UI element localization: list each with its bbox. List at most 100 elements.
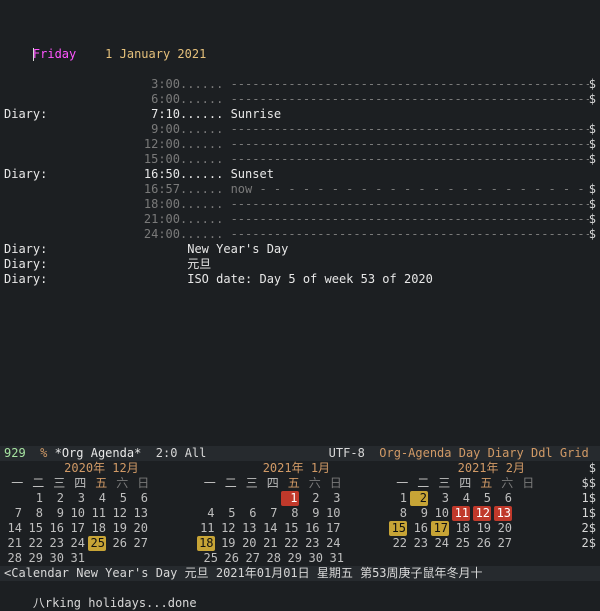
calendar-day[interactable]: 19 — [109, 521, 127, 536]
org-agenda-pane[interactable]: Friday 1 January 2021 3:00...... -------… — [0, 0, 600, 302]
agenda-line[interactable]: Diary: New Year's Day — [4, 242, 596, 257]
calendar-day[interactable]: 12 — [109, 506, 127, 521]
calendar-day[interactable]: 23 — [302, 536, 320, 551]
calendar-day[interactable]: 31 — [326, 551, 344, 566]
calendar-day[interactable]: 4 — [88, 491, 106, 506]
agenda-line[interactable]: 12:00...... ----------------------------… — [4, 137, 596, 152]
calendar-day[interactable]: 2 — [46, 491, 64, 506]
agenda-line[interactable]: Diary: 元旦 — [4, 257, 596, 272]
calendar-day[interactable]: 22 — [389, 536, 407, 551]
calendar-day[interactable]: 11 — [88, 506, 106, 521]
calendar-day[interactable]: 10 — [323, 506, 341, 521]
calendar-day[interactable]: 24 — [323, 536, 341, 551]
calendar-day[interactable]: 5 — [473, 491, 491, 506]
calendar-day[interactable]: 20 — [494, 521, 512, 536]
calendar-day[interactable]: 17 — [323, 521, 341, 536]
calendar-day[interactable]: 8 — [389, 506, 407, 521]
agenda-line[interactable]: 6:00...... -----------------------------… — [4, 92, 596, 107]
calendar-day[interactable]: 7 — [260, 506, 278, 521]
calendar-day[interactable]: 20 — [130, 521, 148, 536]
calendar-day[interactable]: 14 — [4, 521, 22, 536]
calendar-day[interactable]: 3 — [323, 491, 341, 506]
calendar-day[interactable]: 9 — [46, 506, 64, 521]
calendar-day[interactable]: 11 — [197, 521, 215, 536]
calendar-day[interactable]: 18 — [452, 521, 470, 536]
calendar-day[interactable]: 15 — [389, 521, 407, 536]
agenda-line[interactable]: Diary:7:10...... Sunrise — [4, 107, 596, 122]
calendar-day[interactable]: 25 — [200, 551, 218, 566]
calendar-day[interactable]: 30 — [305, 551, 323, 566]
calendar-day[interactable]: 4 — [452, 491, 470, 506]
agenda-line[interactable]: 15:00...... ----------------------------… — [4, 152, 596, 167]
calendar-day[interactable]: 24 — [431, 536, 449, 551]
calendar-day[interactable]: 13 — [130, 506, 148, 521]
agenda-line[interactable]: 9:00...... -----------------------------… — [4, 122, 596, 137]
calendar-day[interactable]: 5 — [218, 506, 236, 521]
calendar-day[interactable]: 13 — [494, 506, 512, 521]
calendar-day[interactable]: 17 — [67, 521, 85, 536]
calendar-day[interactable]: 2 — [302, 491, 320, 506]
calendar-day[interactable]: 16 — [46, 521, 64, 536]
calendar-day[interactable]: 18 — [197, 536, 215, 551]
calendar-day[interactable]: 4 — [197, 506, 215, 521]
calendar-day[interactable]: 23 — [410, 536, 428, 551]
calendar-day[interactable]: 13 — [239, 521, 257, 536]
calendar-day[interactable]: 6 — [494, 491, 512, 506]
calendar-day[interactable]: 1 — [389, 491, 407, 506]
calendar-day[interactable]: 1 — [25, 491, 43, 506]
calendar-day[interactable]: 10 — [431, 506, 449, 521]
calendar-day[interactable]: 25 — [452, 536, 470, 551]
calendar-day[interactable]: 16 — [302, 521, 320, 536]
calendar-day[interactable]: 11 — [452, 506, 470, 521]
calendar-day[interactable]: 26 — [109, 536, 127, 551]
calendar-day[interactable]: 31 — [67, 551, 85, 566]
calendar-day[interactable]: 25 — [88, 536, 106, 551]
calendar-day[interactable]: 22 — [281, 536, 299, 551]
calendar-day[interactable]: 19 — [473, 521, 491, 536]
calendar-day[interactable]: 21 — [4, 536, 22, 551]
calendar-day[interactable]: 14 — [260, 521, 278, 536]
calendar-day[interactable]: 12 — [218, 521, 236, 536]
agenda-line[interactable]: 21:00...... ----------------------------… — [4, 212, 596, 227]
calendar-day[interactable]: 12 — [473, 506, 491, 521]
calendar-day[interactable]: 28 — [4, 551, 22, 566]
calendar-day[interactable]: 1 — [281, 491, 299, 506]
calendar-day[interactable]: 27 — [130, 536, 148, 551]
calendar-day[interactable]: 16 — [410, 521, 428, 536]
calendar-day[interactable]: 5 — [109, 491, 127, 506]
agenda-line[interactable]: 3:00...... -----------------------------… — [4, 77, 596, 92]
calendar-day[interactable]: 10 — [67, 506, 85, 521]
calendar-day[interactable]: 2 — [410, 491, 428, 506]
calendar-day[interactable]: 8 — [25, 506, 43, 521]
calendar-day[interactable]: 21 — [260, 536, 278, 551]
calendar-day[interactable]: 29 — [25, 551, 43, 566]
calendar-day[interactable]: 7 — [4, 506, 22, 521]
agenda-line[interactable]: 24:00...... ----------------------------… — [4, 227, 596, 242]
calendar-day[interactable]: 28 — [263, 551, 281, 566]
calendar-day[interactable]: 26 — [221, 551, 239, 566]
calendar-day[interactable]: 23 — [46, 536, 64, 551]
calendar-day[interactable]: 29 — [284, 551, 302, 566]
calendar-day[interactable]: 6 — [130, 491, 148, 506]
calendar-day[interactable]: 6 — [239, 506, 257, 521]
calendar-day[interactable]: 30 — [46, 551, 64, 566]
calendar-day[interactable]: 8 — [281, 506, 299, 521]
calendar-pane[interactable]: 2020年 12月2021年 1月2021年 2月$ 一 二 三 四 五 六 日… — [0, 461, 600, 566]
calendar-day[interactable]: 22 — [25, 536, 43, 551]
calendar-day[interactable]: 18 — [88, 521, 106, 536]
calendar-day[interactable]: 26 — [473, 536, 491, 551]
agenda-line[interactable]: 16:57...... now - - - - - - - - - - - - … — [4, 182, 596, 197]
calendar-day[interactable]: 3 — [431, 491, 449, 506]
calendar-day[interactable]: 9 — [410, 506, 428, 521]
calendar-day[interactable]: 15 — [281, 521, 299, 536]
calendar-day[interactable]: 20 — [239, 536, 257, 551]
calendar-day[interactable]: 27 — [242, 551, 260, 566]
calendar-day[interactable]: 9 — [302, 506, 320, 521]
calendar-day[interactable]: 27 — [494, 536, 512, 551]
calendar-day[interactable]: 15 — [25, 521, 43, 536]
calendar-day[interactable]: 24 — [67, 536, 85, 551]
calendar-day[interactable]: 19 — [218, 536, 236, 551]
agenda-line[interactable]: Diary:16:50...... Sunset — [4, 167, 596, 182]
calendar-day[interactable]: 3 — [67, 491, 85, 506]
calendar-day[interactable]: 17 — [431, 521, 449, 536]
